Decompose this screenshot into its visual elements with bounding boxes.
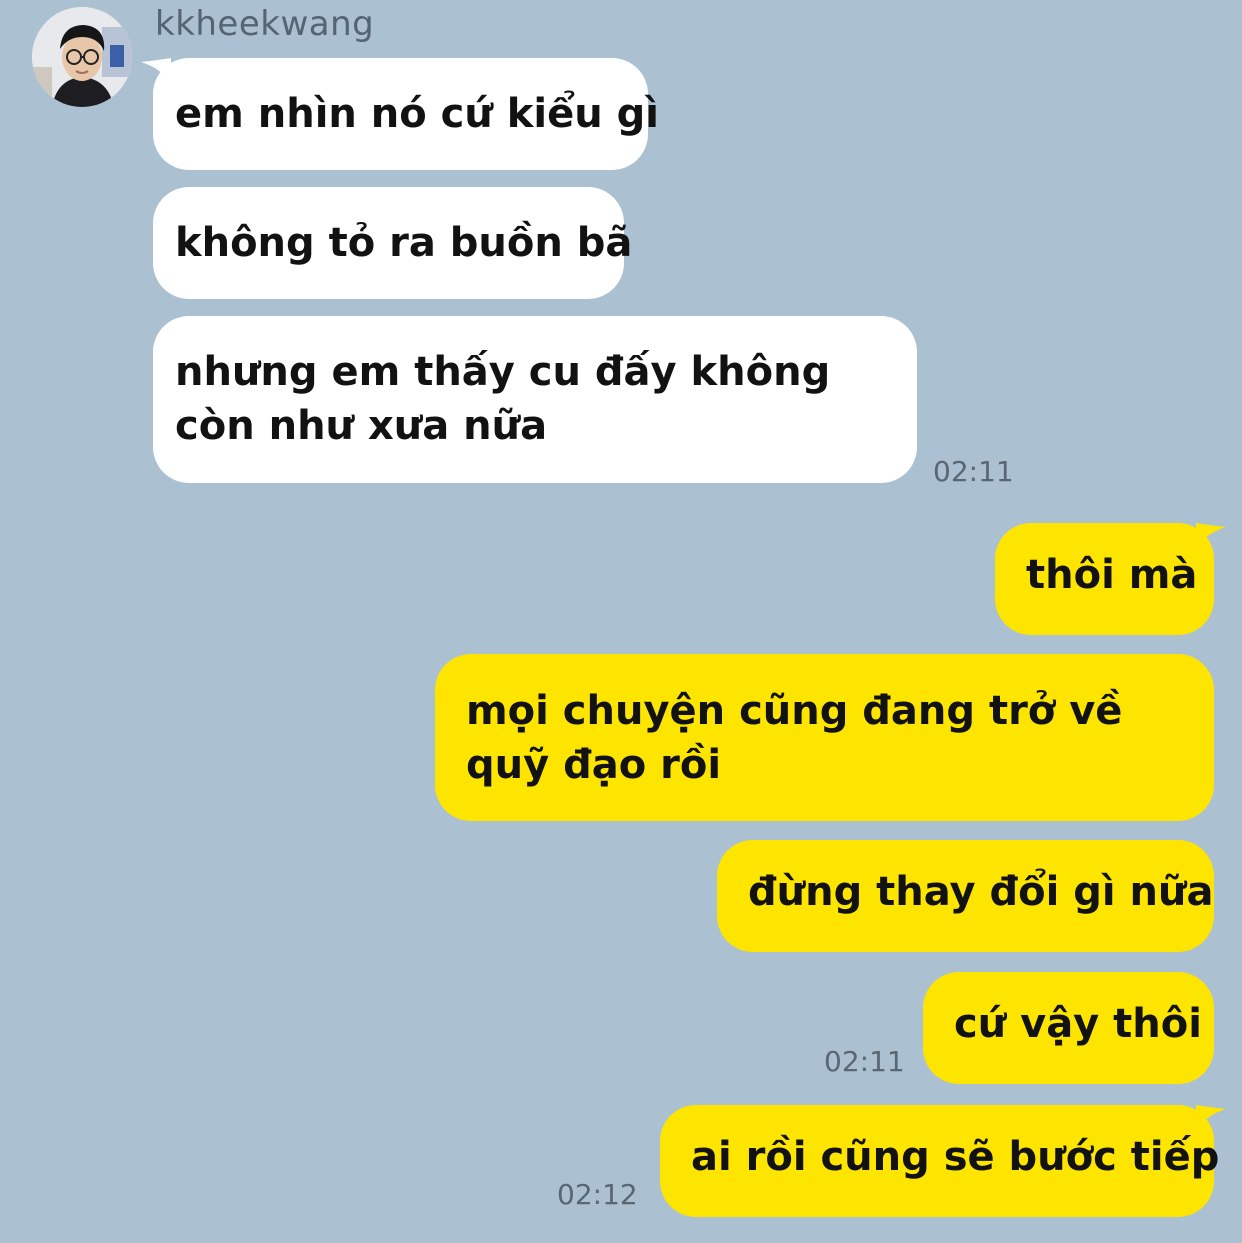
outgoing-message[interactable]: thôi mà <box>995 523 1226 635</box>
message-timestamp: 02:11 <box>824 1045 905 1078</box>
incoming-message[interactable]: em nhìn nó cứ kiểu gì <box>141 58 659 170</box>
message-text: không tỏ ra buồn bã <box>175 220 633 266</box>
message-text: cứ vậy thôi <box>954 1001 1202 1047</box>
sender-avatar[interactable] <box>32 7 132 107</box>
outgoing-message[interactable]: cứ vậy thôi <box>923 972 1214 1084</box>
outgoing-message[interactable]: đừng thay đổi gì nữa <box>717 840 1214 952</box>
outgoing-message[interactable]: ai rồi cũng sẽ bước tiếp <box>660 1105 1226 1217</box>
message-timestamp: 02:11 <box>933 455 1014 488</box>
message-text: nhưng em thấy cu đấy không còn như xưa n… <box>175 349 831 449</box>
incoming-message[interactable]: nhưng em thấy cu đấy không còn như xưa n… <box>153 316 917 483</box>
message-timestamp: 02:12 <box>557 1178 638 1211</box>
message-text: em nhìn nó cứ kiểu gì <box>175 91 659 137</box>
incoming-message[interactable]: không tỏ ra buồn bã <box>153 187 632 299</box>
bubble-tail-icon <box>141 58 171 84</box>
message-text: thôi mà <box>1026 552 1198 598</box>
message-text: ai rồi cũng sẽ bước tiếp <box>691 1134 1220 1180</box>
bubble-tail-icon <box>1196 1105 1226 1131</box>
avatar-photo-icon <box>32 7 132 107</box>
bubble-tail-icon <box>1196 523 1226 549</box>
chat-thread: kkheekwang em nhìn nó cứ kiểu gì không t… <box>0 0 1242 1243</box>
outgoing-message[interactable]: mọi chuyện cũng đang trở về quỹ đạo rồi <box>435 654 1214 821</box>
message-text: mọi chuyện cũng đang trở về quỹ đạo rồi <box>466 688 1123 788</box>
sender-name: kkheekwang <box>155 4 375 44</box>
message-text: đừng thay đổi gì nữa <box>748 869 1214 915</box>
